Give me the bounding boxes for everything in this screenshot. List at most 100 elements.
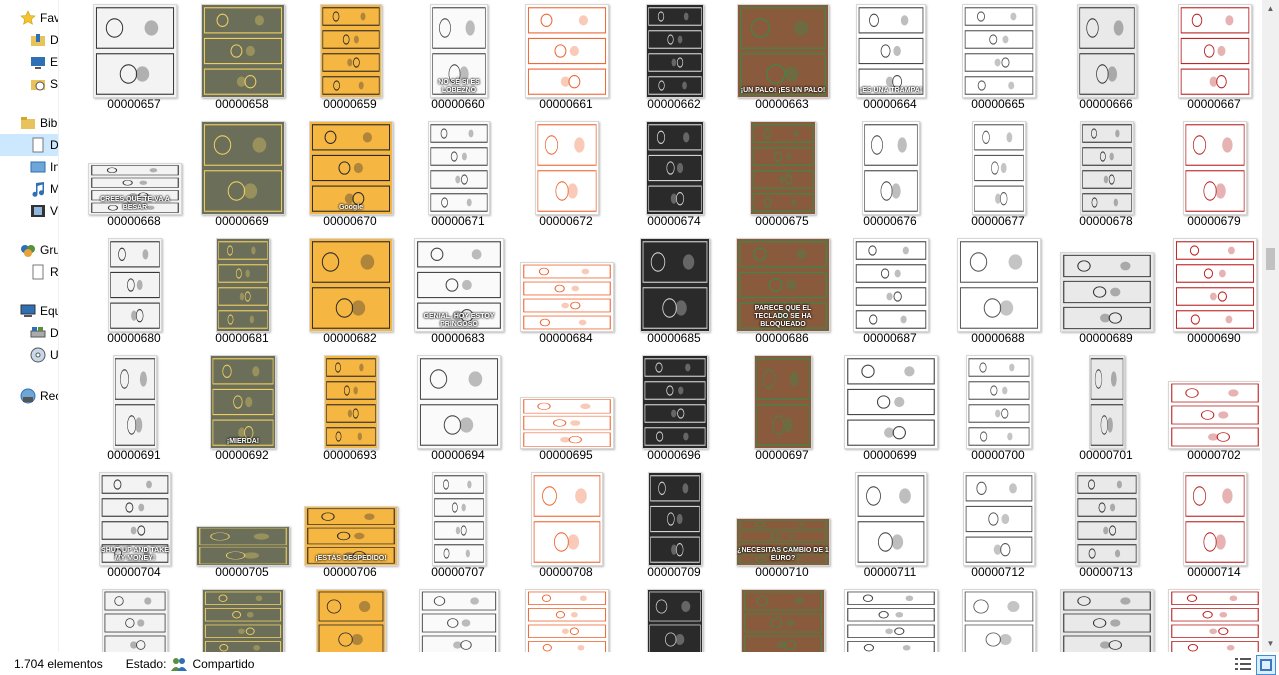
file-thumbnail[interactable] — [419, 589, 499, 652]
file-tile[interactable]: 00000688 — [944, 234, 1052, 351]
file-thumbnail[interactable] — [216, 238, 270, 332]
file-tile[interactable]: 00000681 — [188, 234, 296, 351]
vertical-scrollbar[interactable]: ▲ ▼ — [1262, 0, 1279, 652]
file-tile[interactable]: 00000674 — [620, 117, 728, 234]
scroll-up-icon[interactable]: ▲ — [1262, 0, 1279, 17]
nav-item-0[interactable]: Fav — [0, 7, 58, 29]
file-tile[interactable]: 00000699 — [836, 351, 944, 468]
file-thumbnail[interactable] — [201, 121, 285, 215]
file-tile[interactable]: CREES QUE TE VA A BESAR 00000668 — [80, 117, 188, 234]
file-tile[interactable] — [296, 585, 404, 652]
file-thumbnail[interactable] — [1168, 381, 1260, 449]
nav-item-2[interactable]: E — [0, 51, 58, 73]
file-thumbnail[interactable]: ¡ESTÁS DESPEDIDO! — [304, 506, 398, 566]
file-tile[interactable]: 00000662 — [620, 0, 728, 117]
file-thumbnail[interactable] — [962, 589, 1036, 652]
file-tile[interactable]: ¡UN PALO! ¡ES UN PALO! 00000663 — [728, 0, 836, 117]
file-thumbnail[interactable] — [647, 589, 703, 652]
nav-item-8[interactable]: V — [0, 200, 58, 222]
file-tile[interactable]: 00000687 — [836, 234, 944, 351]
nav-item-12[interactable]: D — [0, 322, 58, 344]
file-thumbnail[interactable] — [646, 121, 704, 215]
file-thumbnail[interactable] — [966, 355, 1032, 449]
file-thumbnail[interactable] — [428, 121, 490, 215]
nav-item-4[interactable]: Bib — [0, 112, 58, 134]
file-tile[interactable]: 00000693 — [296, 351, 404, 468]
file-thumbnail[interactable]: ¡ES UNA TRAMPA! — [856, 4, 926, 98]
file-thumbnail[interactable] — [520, 262, 614, 332]
file-tile[interactable]: 00000680 — [80, 234, 188, 351]
file-tile[interactable]: ¿NECESITAS CAMBIO DE 1 EURO? 00000710 — [728, 468, 836, 585]
file-tile[interactable]: 00000707 — [404, 468, 512, 585]
file-tile[interactable]: Google 00000670 — [296, 117, 404, 234]
file-tile[interactable] — [944, 585, 1052, 652]
file-tile[interactable]: ¡ESTÁS DESPEDIDO! 00000706 — [296, 468, 404, 585]
file-thumbnail[interactable]: ¡MIERDA! — [210, 355, 276, 449]
file-thumbnail[interactable] — [535, 121, 599, 215]
file-tile[interactable]: 00000659 — [296, 0, 404, 117]
file-tile[interactable]: 00000677 — [944, 117, 1052, 234]
file-thumbnail[interactable] — [525, 589, 609, 652]
file-tile[interactable]: 00000676 — [836, 117, 944, 234]
nav-item-11[interactable]: Equ — [0, 300, 58, 322]
file-tile[interactable]: 00000682 — [296, 234, 404, 351]
file-tile[interactable]: GENIAL, HOY ESTOY PRINGOSO 00000683 — [404, 234, 512, 351]
file-tile[interactable]: SHUT UP AND TAKE MY MONEY! 00000704 — [80, 468, 188, 585]
file-tile[interactable]: ¡MIERDA! 00000692 — [188, 351, 296, 468]
file-tile[interactable]: 00000684 — [512, 234, 620, 351]
file-tile[interactable]: 00000696 — [620, 351, 728, 468]
file-thumbnail[interactable] — [862, 121, 920, 215]
file-tile[interactable]: 00000666 — [1052, 0, 1160, 117]
file-thumbnail[interactable] — [525, 4, 609, 98]
file-thumbnail[interactable] — [648, 472, 702, 566]
file-tile[interactable]: 00000658 — [188, 0, 296, 117]
file-thumbnail[interactable]: SHUT UP AND TAKE MY MONEY! — [99, 472, 171, 566]
file-tile[interactable] — [404, 585, 512, 652]
file-tile[interactable]: 00000694 — [404, 351, 512, 468]
file-thumbnail[interactable] — [1183, 121, 1247, 215]
file-tile[interactable] — [836, 585, 944, 652]
file-tile[interactable]: 00000695 — [512, 351, 620, 468]
file-tile[interactable] — [620, 585, 728, 652]
file-thumbnail[interactable] — [844, 355, 938, 449]
file-thumbnail[interactable]: GENIAL, HOY ESTOY PRINGOSO — [414, 238, 504, 332]
file-tile[interactable]: 00000714 — [1160, 468, 1260, 585]
file-tile[interactable]: PARECE QUE EL TECLADO SE HA BLOQUEADO 000… — [728, 234, 836, 351]
file-tile[interactable] — [1160, 585, 1260, 652]
file-tile[interactable]: 00000685 — [620, 234, 728, 351]
file-tile[interactable]: 00000665 — [944, 0, 1052, 117]
nav-item-10[interactable]: R — [0, 261, 58, 283]
file-tile[interactable]: 00000689 — [1052, 234, 1160, 351]
file-tile[interactable]: 00000709 — [620, 468, 728, 585]
file-thumbnail[interactable] — [642, 355, 708, 449]
file-thumbnail[interactable] — [320, 4, 382, 98]
file-tile[interactable] — [728, 585, 836, 652]
nav-item-14[interactable]: Rec — [0, 385, 58, 407]
file-thumbnail[interactable] — [432, 472, 486, 566]
file-tile[interactable]: 00000701 — [1052, 351, 1160, 468]
file-tile[interactable]: 00000712 — [944, 468, 1052, 585]
file-thumbnail[interactable] — [1183, 472, 1247, 566]
nav-item-5[interactable]: D — [0, 134, 58, 156]
file-thumbnail[interactable]: CREES QUE TE VA A BESAR — [88, 163, 182, 215]
file-thumbnail[interactable] — [855, 472, 927, 566]
file-thumbnail[interactable] — [309, 238, 393, 332]
file-tile[interactable] — [512, 585, 620, 652]
file-thumbnail[interactable] — [324, 355, 378, 449]
file-thumbnail[interactable] — [844, 589, 938, 652]
file-tile[interactable]: 00000667 — [1160, 0, 1260, 117]
file-thumbnail[interactable] — [1075, 472, 1139, 566]
file-thumbnail[interactable]: ¿NECESITAS CAMBIO DE 1 EURO? — [736, 518, 830, 566]
file-thumbnail[interactable] — [1173, 238, 1257, 332]
nav-item-7[interactable]: M — [0, 178, 58, 200]
file-tile[interactable]: 00000675 — [728, 117, 836, 234]
file-tile[interactable]: NO SÉ SI ES LOBEZNO 00000660 — [404, 0, 512, 117]
nav-item-9[interactable]: Gru — [0, 239, 58, 261]
file-tile[interactable]: 00000708 — [512, 468, 620, 585]
file-tile[interactable]: 00000711 — [836, 468, 944, 585]
file-tile[interactable]: 00000657 — [80, 0, 188, 117]
file-tile[interactable] — [1052, 585, 1160, 652]
file-thumbnail[interactable] — [108, 238, 162, 332]
file-thumbnail[interactable] — [1077, 4, 1137, 98]
file-thumbnail[interactable] — [963, 472, 1035, 566]
